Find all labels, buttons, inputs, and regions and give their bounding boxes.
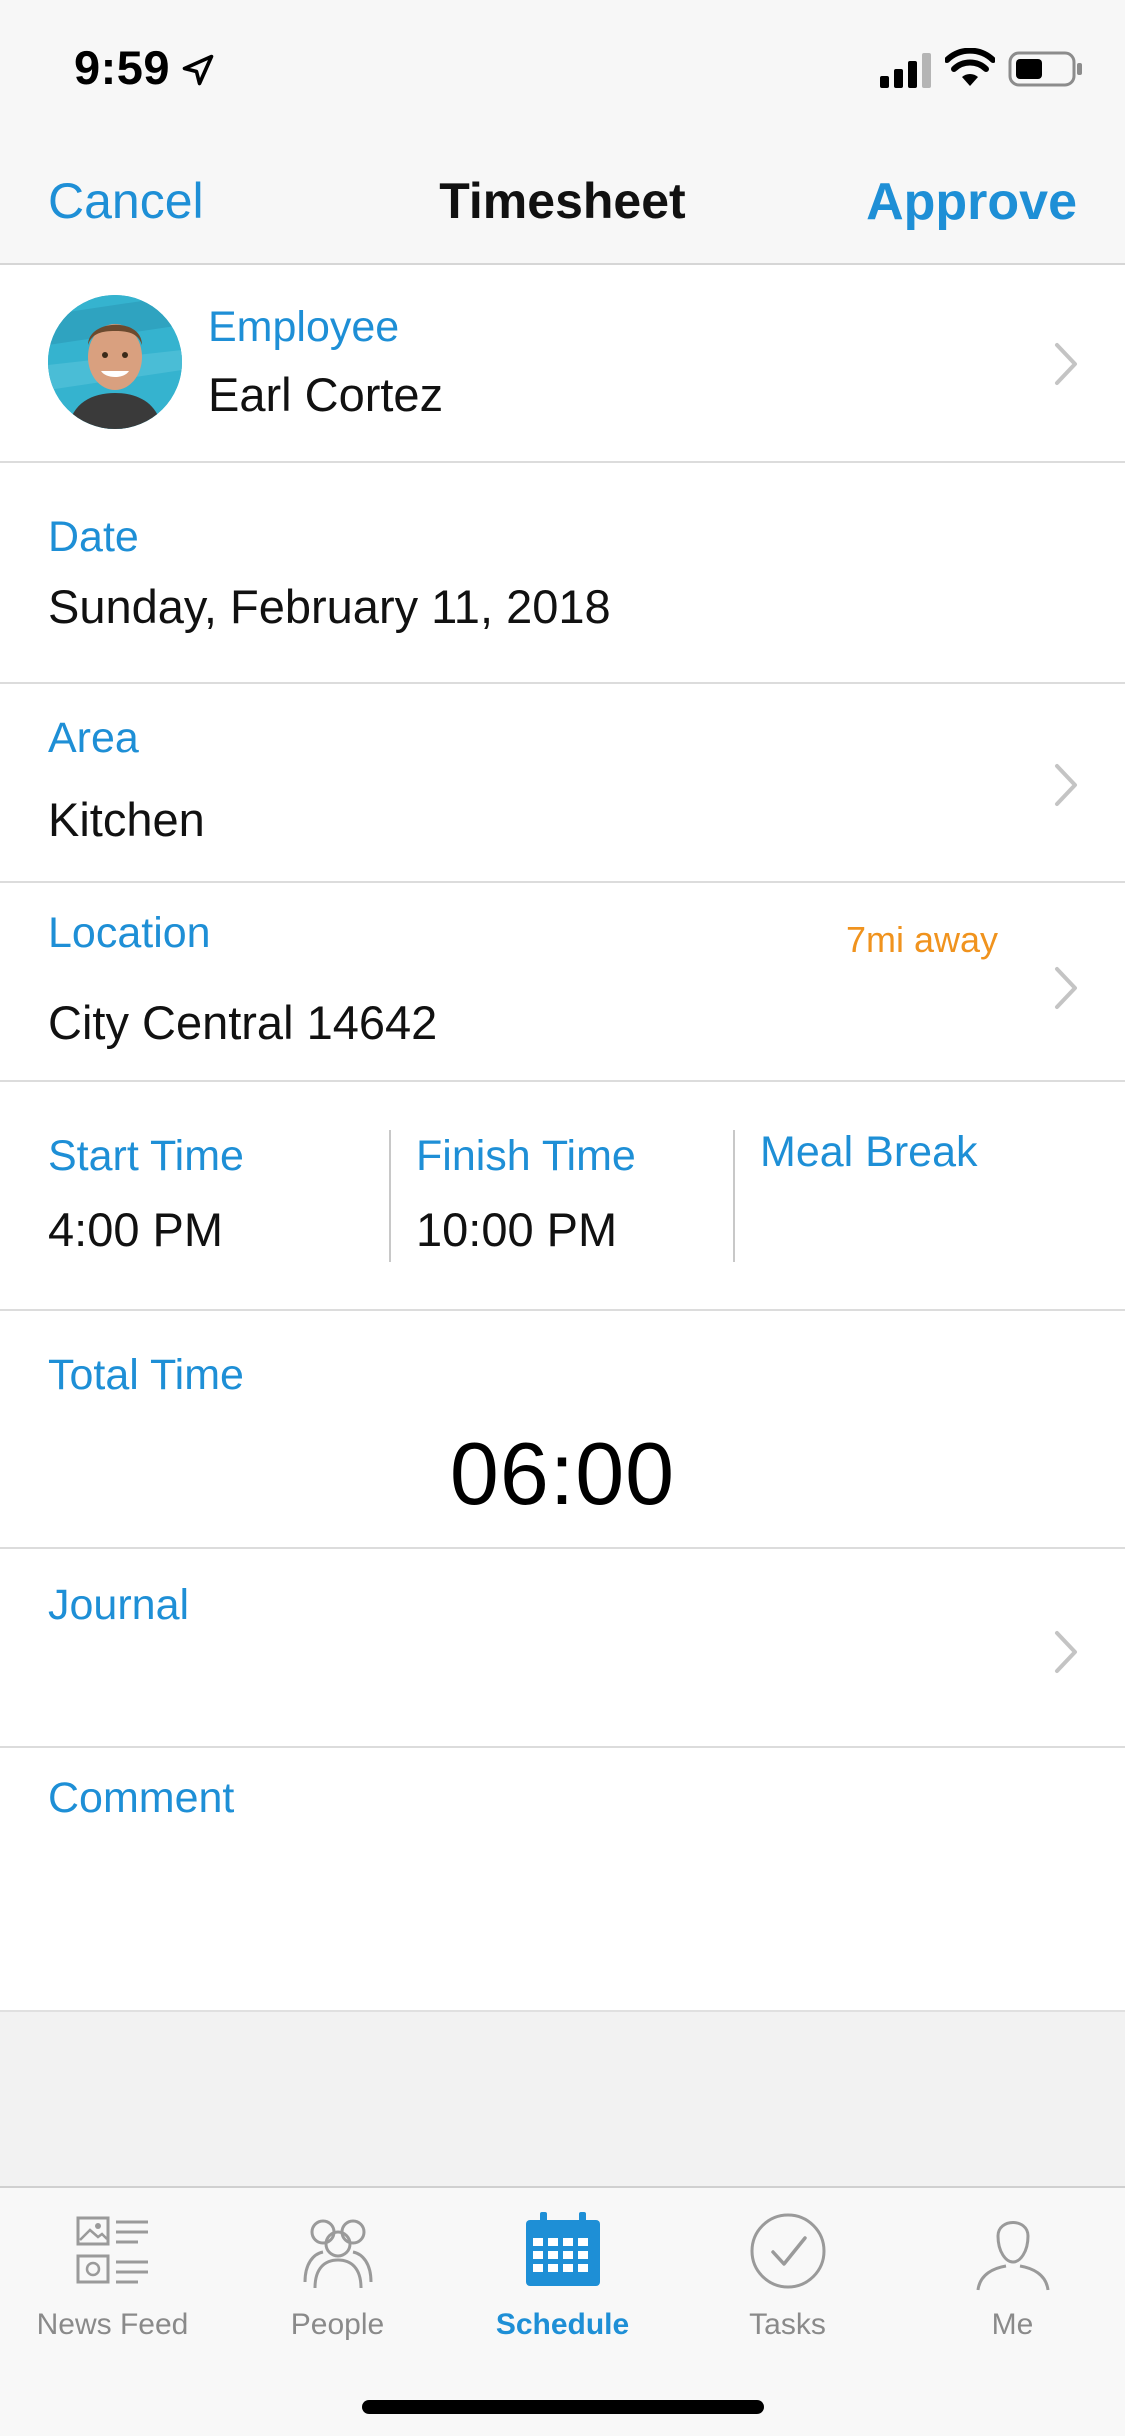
navigation-bar: Cancel Timesheet Approve: [0, 132, 1125, 265]
journal-row[interactable]: Journal: [0, 1549, 1125, 1748]
area-label: Area: [48, 714, 139, 762]
employee-label: Employee: [208, 303, 400, 351]
status-time: 9:59: [74, 41, 171, 94]
location-label: Location: [48, 909, 211, 957]
battery-icon: [1008, 51, 1082, 87]
empty-area: [0, 2012, 1125, 2186]
divider: [733, 1130, 735, 1262]
news-feed-icon: [76, 2216, 148, 2284]
avatar: [48, 295, 182, 429]
chevron-right-icon: [1053, 965, 1081, 1011]
date-value: Sunday, February 11, 2018: [48, 580, 611, 633]
date-label: Date: [48, 513, 139, 561]
area-row[interactable]: Area Kitchen: [0, 684, 1125, 883]
date-row[interactable]: Date Sunday, February 11, 2018: [0, 463, 1125, 684]
chevron-right-icon: [1053, 341, 1081, 387]
divider: [389, 1130, 391, 1262]
location-value: City Central 14642: [48, 996, 438, 1049]
status-bar: 9:59: [0, 0, 1125, 132]
tab-label: People: [290, 2308, 385, 2341]
tab-tasks[interactable]: Tasks: [675, 2206, 900, 2356]
times-row: Start Time 4:00 PM Finish Time 10:00 PM …: [0, 1082, 1125, 1311]
comment-row[interactable]: Comment: [0, 1748, 1125, 2012]
total-time-label: Total Time: [48, 1351, 244, 1399]
total-time-value: 06:00: [449, 1424, 676, 1523]
start-time-value: 4:00 PM: [48, 1203, 224, 1256]
comment-label: Comment: [48, 1774, 235, 1822]
tab-me[interactable]: Me: [900, 2206, 1125, 2356]
tab-label: Tasks: [749, 2308, 826, 2341]
wifi-icon: [945, 48, 995, 86]
check-circle-icon: [750, 2213, 825, 2289]
home-indicator: [362, 2400, 764, 2414]
chevron-right-icon: [1053, 1629, 1081, 1675]
people-icon: [303, 2219, 372, 2289]
tab-label: Me: [991, 2308, 1034, 2341]
location-arrow-icon: [182, 54, 214, 86]
chevron-right-icon: [1053, 762, 1081, 808]
location-row[interactable]: Location 7mi away City Central 14642: [0, 883, 1125, 1082]
cellular-signal-icon: [880, 53, 931, 88]
tab-schedule[interactable]: Schedule: [450, 2206, 675, 2356]
meal-break-label: Meal Break: [760, 1128, 978, 1176]
distance-badge: 7mi away: [845, 919, 998, 960]
tab-people[interactable]: People: [225, 2206, 450, 2356]
area-value: Kitchen: [48, 793, 205, 846]
journal-label: Journal: [48, 1581, 190, 1629]
employee-row[interactable]: Employee Earl Cortez: [0, 265, 1125, 463]
tab-bar: News Feed People Schedule Tasks Me: [0, 2186, 1125, 2436]
user-icon: [976, 2221, 1049, 2291]
total-time-row: Total Time 06:00: [0, 1311, 1125, 1549]
employee-name: Earl Cortez: [208, 368, 444, 421]
tab-news-feed[interactable]: News Feed: [0, 2206, 225, 2356]
calendar-icon: [525, 2212, 600, 2286]
approve-button[interactable]: Approve: [866, 172, 1077, 232]
finish-time-value: 10:00 PM: [416, 1203, 618, 1256]
finish-time-label: Finish Time: [416, 1132, 636, 1180]
tab-label: Schedule: [495, 2308, 630, 2341]
start-time-label: Start Time: [48, 1132, 244, 1180]
tab-label: News Feed: [36, 2308, 189, 2341]
